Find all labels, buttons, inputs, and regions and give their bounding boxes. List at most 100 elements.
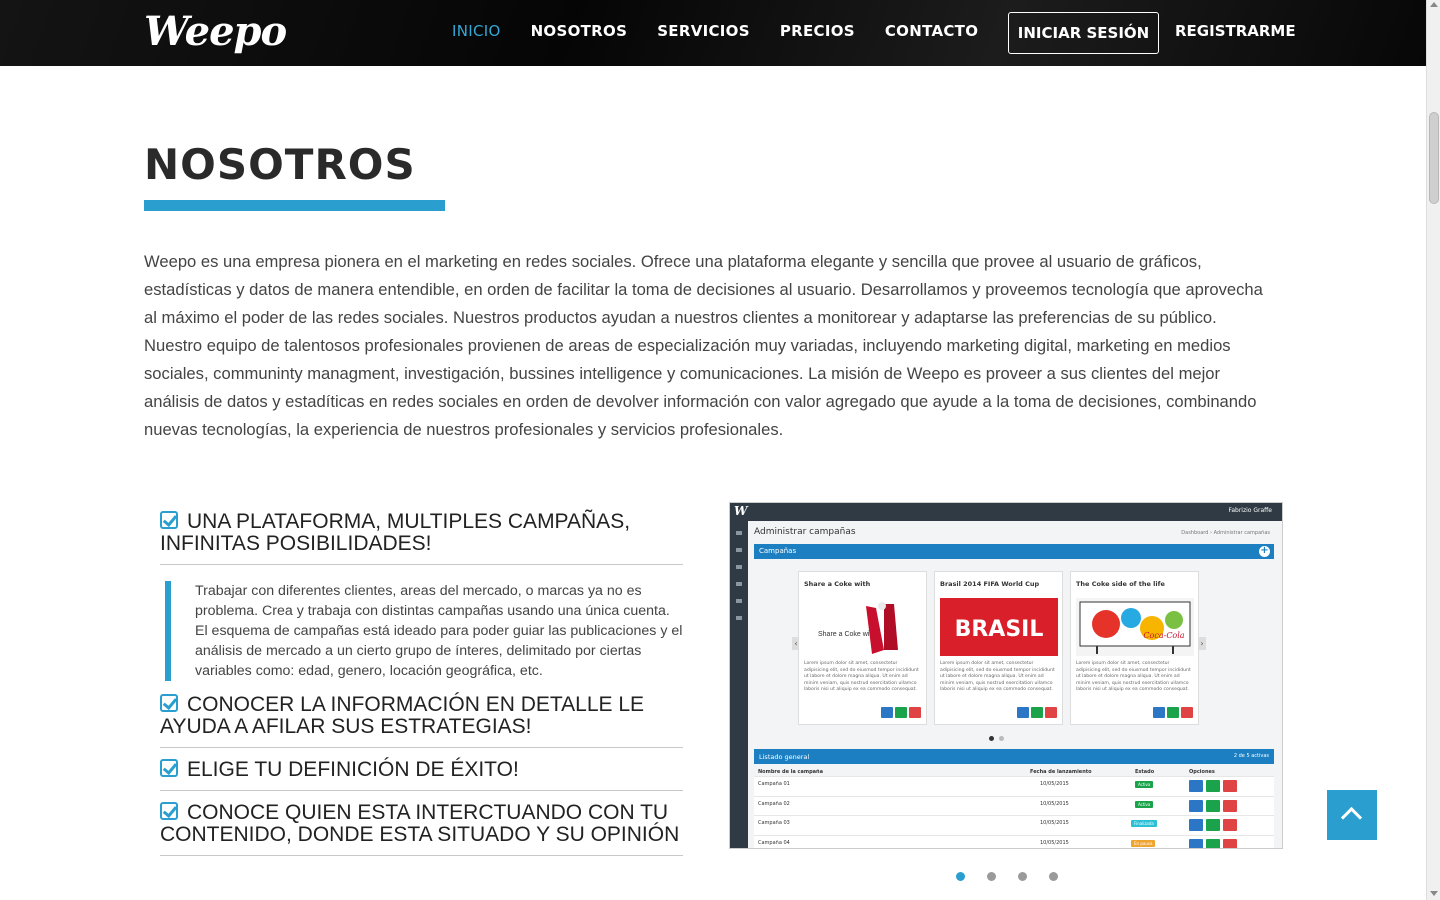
app-sidebar [730, 521, 748, 848]
app-carousel-dot [999, 736, 1004, 741]
check-square-icon [160, 802, 178, 820]
app-sidebar-icon [736, 599, 742, 603]
scroll-up-icon[interactable] [1430, 2, 1438, 7]
nav-inicio[interactable]: INICIO [452, 22, 501, 40]
campaign-card-text: Lorem ipsum dolor sit amet, consectetur … [804, 661, 919, 692]
app-carousel-dots [989, 736, 1004, 741]
features-list: UNA PLATAFORMA, MULTIPLES CAMPAÑAS, INFI… [160, 506, 683, 856]
table-row: Campaña 04 10/05/2015 En pausa [754, 835, 1274, 848]
close-icon [1223, 838, 1237, 848]
gear-icon [1206, 780, 1220, 792]
campaign-name: Campaña 04 [758, 839, 790, 846]
app-list-bar: Listado general 2 de 5 activas [754, 749, 1274, 764]
campaign-card-title: The Coke side of the life [1076, 580, 1165, 588]
scroll-thumb[interactable] [1429, 112, 1439, 204]
carousel-dot-3[interactable] [1018, 872, 1027, 881]
app-sidebar-icon [736, 565, 742, 569]
launch-date: 10/05/2015 [1040, 839, 1069, 846]
gear-icon [1167, 707, 1179, 718]
campaign-card: The Coke side of the life Coca-Cola Lore… [1070, 571, 1199, 725]
nav-contacto[interactable]: CONTACTO [885, 22, 978, 40]
app-page-title: Administrar campañas [754, 527, 856, 537]
nav-servicios[interactable]: SERVICIOS [657, 22, 750, 40]
carousel-dot-4[interactable] [1049, 872, 1058, 881]
check-square-icon [160, 759, 178, 777]
app-sidebar-icon [736, 582, 742, 586]
nav-nosotros[interactable]: NOSOTROS [531, 22, 628, 40]
app-carousel-dot [989, 736, 994, 741]
launch-date: 10/05/2015 [1040, 820, 1069, 826]
login-button[interactable]: INICIAR SESIÓN [1008, 12, 1159, 54]
feature-heading: UNA PLATAFORMA, MULTIPLES CAMPAÑAS, INFI… [160, 506, 683, 555]
app-logo: W [734, 504, 748, 518]
app-user-name: Fabrizio Graffe [1228, 507, 1272, 514]
feature-item[interactable]: ELIGE TU DEFINICIÓN DE ÉXITO! [160, 748, 683, 791]
check-square-icon [160, 511, 178, 529]
campaign-name: Campaña 02 [758, 800, 790, 807]
status-badge: Finalizada [1131, 820, 1157, 827]
chevron-right-icon: › [1198, 637, 1206, 650]
plus-icon: + [1259, 545, 1270, 557]
feature-description: Trabajar con diferentes clientes, areas … [165, 581, 683, 681]
table-header: Nombre de la campaña Fecha de lanzamient… [754, 767, 1274, 777]
nav-links: INICIO NOSOTROS SERVICIOS PRECIOS CONTAC… [452, 22, 978, 40]
coke-billboard-image: Coca-Cola [1076, 598, 1194, 656]
back-to-top-button[interactable] [1327, 790, 1377, 840]
status-badge: Activa [1135, 781, 1154, 788]
gear-icon [1206, 838, 1220, 848]
app-campaign-table: Nombre de la campaña Fecha de lanzamient… [754, 767, 1274, 848]
gear-icon [895, 707, 907, 718]
status-badge: En pausa [1131, 839, 1156, 847]
edit-icon [881, 707, 893, 718]
gear-icon [1206, 819, 1220, 831]
launch-date: 10/05/2015 [1040, 800, 1069, 807]
carousel-dots [956, 872, 1058, 881]
campaign-name: Campaña 03 [758, 820, 790, 826]
app-campaigns-bar: Campañas + [754, 544, 1274, 559]
register-link[interactable]: REGISTRARME [1175, 22, 1296, 40]
app-list-label: Listado general [759, 753, 810, 761]
table-row: Campaña 02 10/05/2015 Activa [754, 796, 1274, 816]
table-row: Campaña 03 10/05/2015 Finalizada [754, 816, 1274, 836]
column-header: Estado [1135, 769, 1155, 775]
close-icon [1223, 819, 1237, 831]
campaign-card-title: Share a Coke with [804, 580, 871, 588]
app-breadcrumb: Dashboard › Administrar campañas [1181, 530, 1270, 536]
feature-item[interactable]: UNA PLATAFORMA, MULTIPLES CAMPAÑAS, INFI… [160, 506, 683, 565]
app-screenshot: W Fabrizio Graffe Administrar campañas D… [729, 502, 1283, 849]
navbar: Weepo INICIO NOSOTROS SERVICIOS PRECIOS … [0, 0, 1426, 66]
edit-icon [1017, 707, 1029, 718]
page-scrollbar[interactable] [1426, 0, 1440, 900]
scroll-down-icon[interactable] [1430, 891, 1438, 896]
nav-precios[interactable]: PRECIOS [780, 22, 855, 40]
brasil-worldcup-image: BRASIL [940, 598, 1058, 656]
close-icon [1181, 707, 1193, 718]
card-actions [1017, 707, 1057, 718]
app-sidebar-icon [736, 531, 742, 535]
carousel-dot-2[interactable] [987, 872, 996, 881]
column-header: Opciones [1189, 769, 1215, 775]
card-actions [1153, 707, 1193, 718]
logo[interactable]: Weepo [144, 8, 287, 55]
edit-icon [1189, 819, 1203, 831]
feature-item[interactable]: CONOCE QUIEN ESTA INTERCTUANDO CON TU CO… [160, 791, 683, 856]
app-sidebar-icon [736, 548, 742, 552]
card-image-text: BRASIL [955, 617, 1044, 642]
row-actions [1189, 838, 1237, 848]
campaign-name: Campaña 01 [758, 781, 790, 787]
row-actions [1189, 799, 1237, 812]
check-square-icon [160, 694, 178, 712]
campaign-card: Share a Coke with Share a Coke with... L… [798, 571, 927, 725]
column-header: Nombre de la campaña [758, 769, 823, 775]
card-actions [881, 707, 921, 718]
campaign-card-title: Brasil 2014 FIFA World Cup [940, 580, 1040, 588]
carousel-dot-1[interactable] [956, 872, 965, 881]
feature-item[interactable]: CONOCER LA INFORMACIÓN EN DETALLE LE AYU… [160, 689, 683, 748]
feature-title: ELIGE TU DEFINICIÓN DE ÉXITO! [187, 758, 519, 781]
feature-title: UNA PLATAFORMA, MULTIPLES CAMPAÑAS, INFI… [160, 510, 631, 555]
status-badge: Activa [1135, 800, 1154, 808]
close-icon [909, 707, 921, 718]
edit-icon [1189, 780, 1203, 792]
close-icon [1045, 707, 1057, 718]
launch-date: 10/05/2015 [1040, 781, 1069, 787]
